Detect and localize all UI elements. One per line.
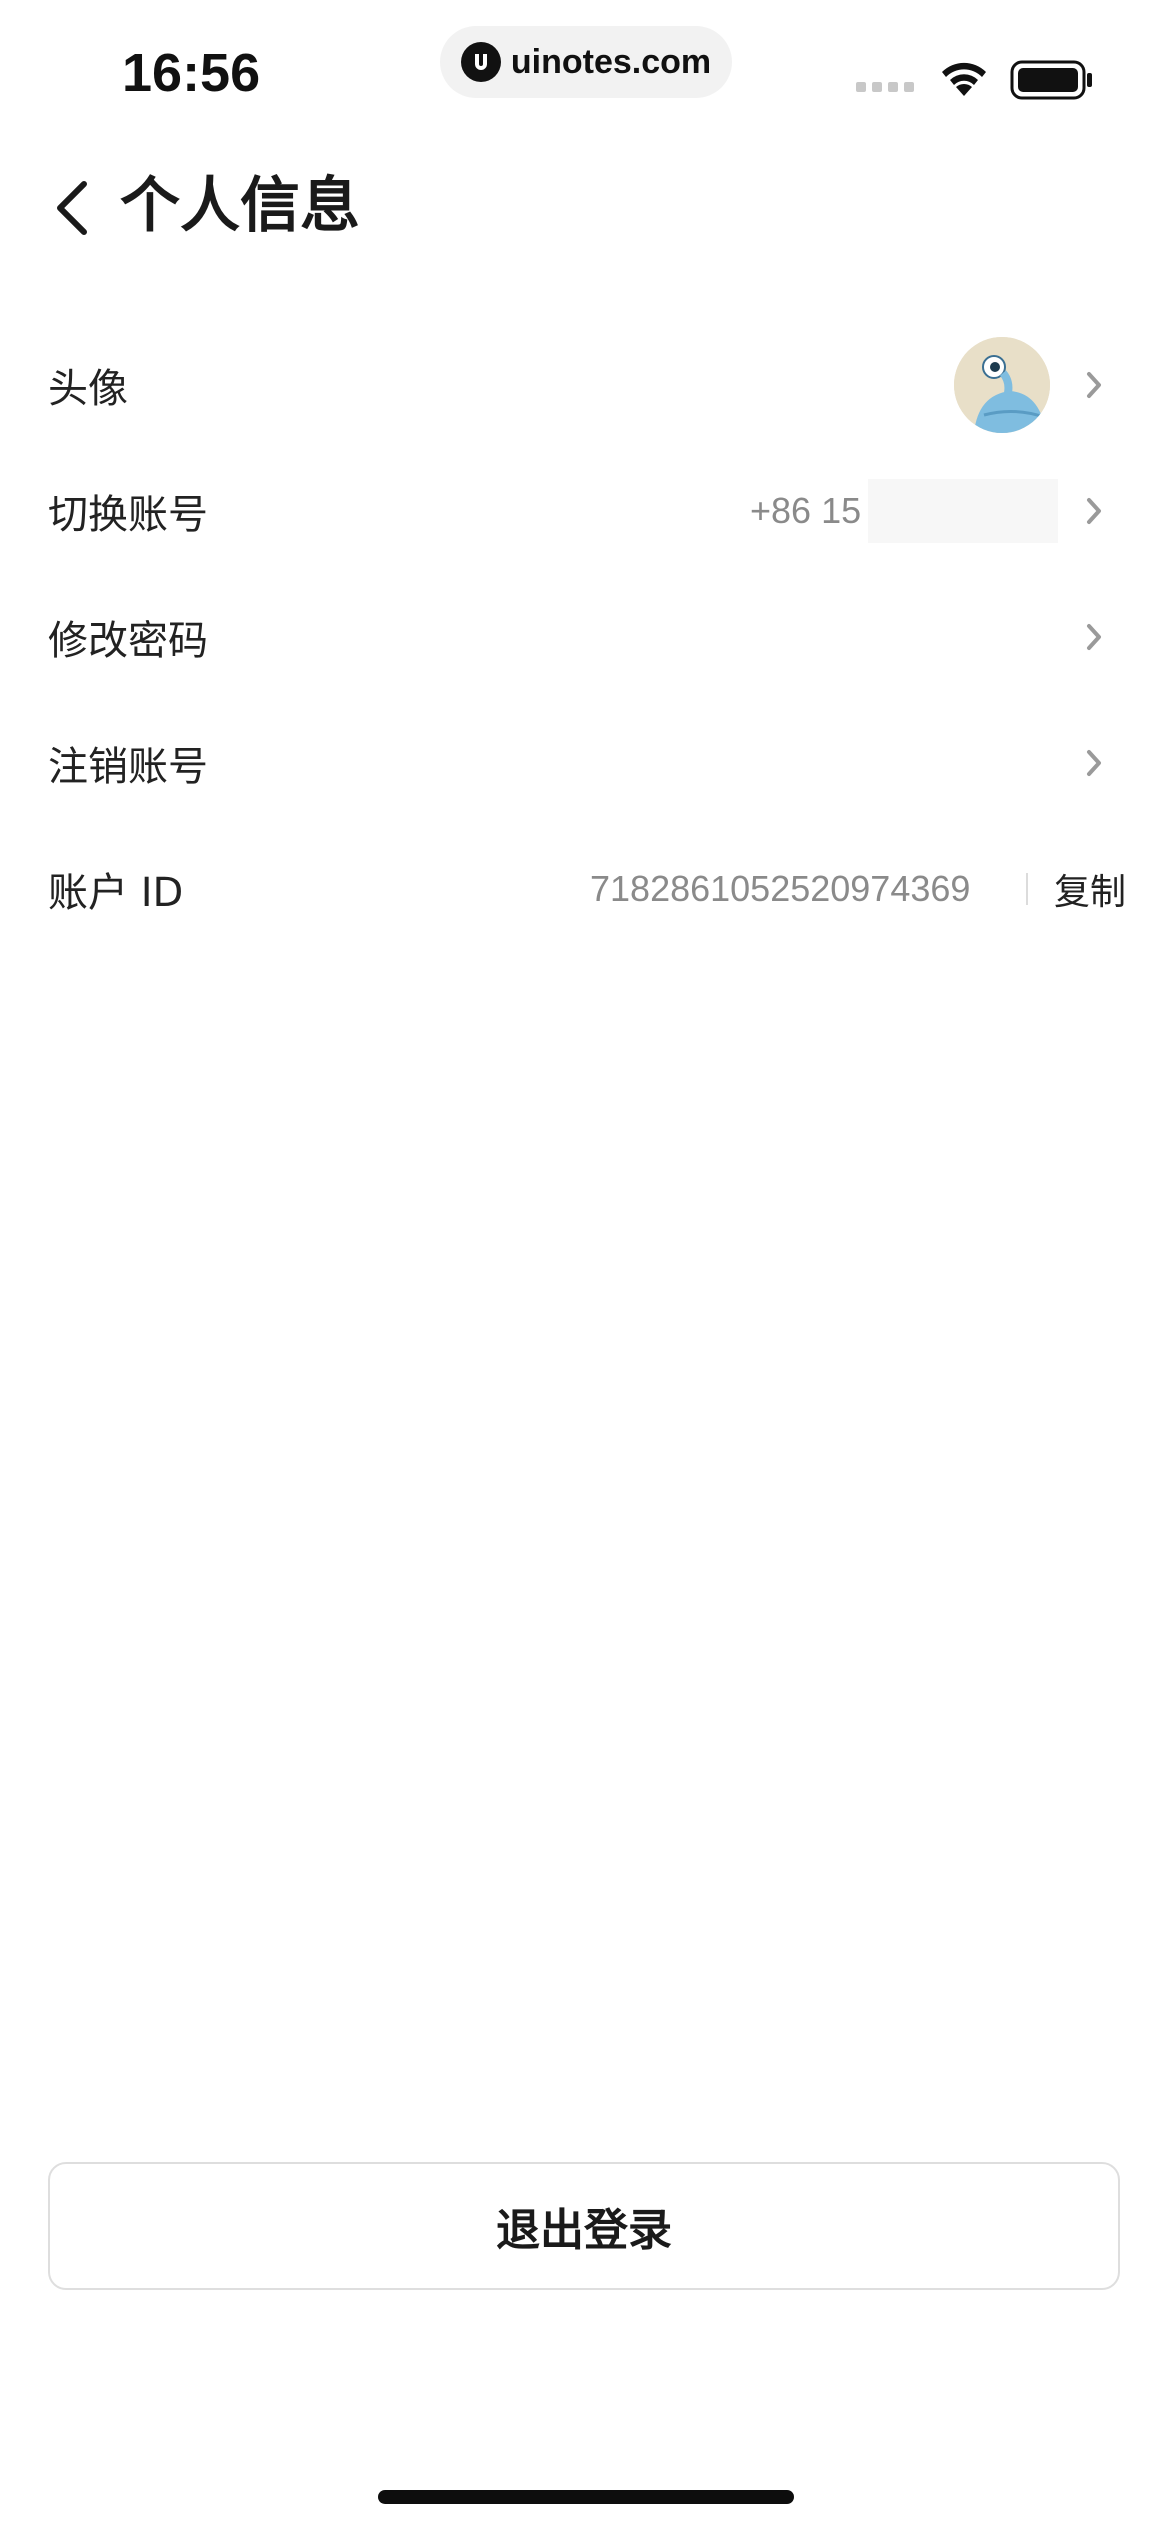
account-id-value: 7182861052520974369: [590, 868, 971, 909]
account-id-row: 账户 ID 7182861052520974369 复制: [0, 826, 1170, 952]
status-time: 16:56: [122, 43, 261, 103]
page-title: 个人信息: [120, 171, 360, 241]
switch-account-label: 切换账号: [48, 492, 208, 538]
url-pill[interactable]: uinotes.com: [440, 26, 732, 98]
avatar-row-label: 头像: [48, 366, 128, 412]
avatar-row[interactable]: 头像: [0, 322, 1170, 448]
phone-number-mask: [868, 479, 1058, 543]
account-id-label: 账户 ID: [48, 870, 184, 916]
uinotes-logo-icon: [460, 42, 501, 82]
chevron-right-icon: [1082, 619, 1106, 655]
home-indicator: [378, 2490, 794, 2504]
cellular-signal-icon: [856, 82, 914, 92]
delete-account-label: 注销账号: [48, 744, 208, 790]
change-password-label: 修改密码: [48, 618, 208, 664]
battery-icon: [1010, 60, 1092, 100]
chevron-right-icon: [1082, 745, 1106, 781]
avatar: [954, 337, 1050, 433]
logout-button[interactable]: 退出登录: [48, 2162, 1120, 2290]
chevron-right-icon: [1082, 493, 1106, 529]
url-text: uinotes.com: [510, 42, 712, 81]
wifi-icon: [942, 62, 986, 96]
switch-account-row[interactable]: 切换账号 +86 15: [0, 448, 1170, 574]
divider: [1026, 873, 1028, 905]
chevron-right-icon: [1082, 367, 1106, 403]
change-password-row[interactable]: 修改密码: [0, 574, 1170, 700]
copy-button[interactable]: 复制: [1054, 863, 1126, 915]
back-button[interactable]: [40, 172, 104, 244]
chevron-left-icon: [57, 181, 87, 235]
delete-account-row[interactable]: 注销账号: [0, 700, 1170, 826]
phone-number: +86 15: [750, 490, 862, 531]
